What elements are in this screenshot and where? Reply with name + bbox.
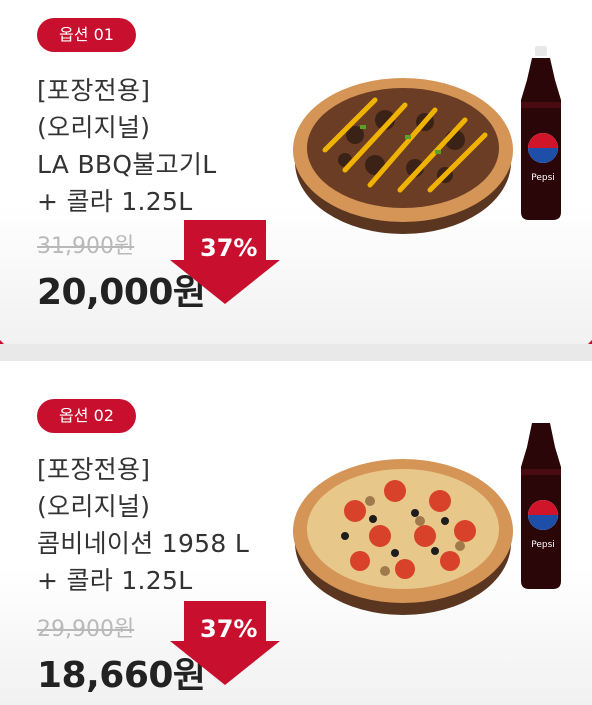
cola-label: Pepsi <box>531 173 555 183</box>
original-price: 29,900원 <box>37 617 135 642</box>
option-card-02[interactable]: 옵션 02 [포장전용] (오리지널) 콤비네이션 1958 L + 콜라 1.… <box>0 361 592 705</box>
option-badge: 옵션 01 <box>37 18 136 52</box>
original-price: 31,900원 <box>37 234 135 259</box>
product-image: Pepsi <box>293 423 561 615</box>
title-line: (오리지널) <box>37 113 151 142</box>
discount-rate: 37% <box>200 234 258 262</box>
title-line: (오리지널) <box>37 492 151 521</box>
title-line: [포장전용] <box>37 455 151 484</box>
cola-bottle-image: Pepsi <box>521 423 561 589</box>
title-line: 콤비네이션 1958 L <box>37 529 250 558</box>
product-title: [포장전용] (오리지널) 콤비네이션 1958 L + 콜라 1.25L <box>37 451 249 599</box>
product-image: Pepsi <box>293 46 561 234</box>
divider-notch-right <box>584 340 592 344</box>
cola-bottle-image: Pepsi <box>521 46 561 220</box>
title-line: + 콜라 1.25L <box>37 566 193 595</box>
discount-rate: 37% <box>200 615 258 643</box>
divider-notch-left <box>0 340 8 344</box>
option-card-01[interactable]: 옵션 01 [포장전용] (오리지널) LA BBQ불고기L + 콜라 1.25… <box>0 0 592 344</box>
discount-arrow-icon: 37% <box>170 601 280 685</box>
title-line: [포장전용] <box>37 76 151 105</box>
cola-label: Pepsi <box>531 540 555 550</box>
discount-arrow-icon: 37% <box>170 220 280 304</box>
title-line: + 콜라 1.25L <box>37 187 193 216</box>
product-title: [포장전용] (오리지널) LA BBQ불고기L + 콜라 1.25L <box>37 72 216 220</box>
option-badge: 옵션 02 <box>37 399 136 433</box>
title-line: LA BBQ불고기L <box>37 150 217 179</box>
